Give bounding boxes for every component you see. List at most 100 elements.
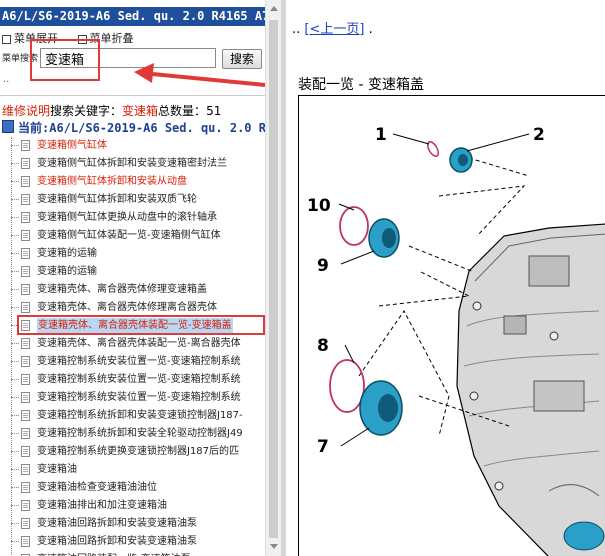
tree-item[interactable]: 变速箱油排出和加注变速箱油: [0, 497, 265, 515]
tree-item-label[interactable]: 变速箱控制系统拆卸和安装变速锁控制器J187-: [37, 408, 243, 424]
part-8-ring: [329, 359, 365, 413]
content-pane: .. [<上一页] . 装配一览 - 变速箱盖 1 2 10 9 8 7: [286, 0, 605, 556]
scroll-down-icon[interactable]: [270, 544, 278, 549]
tree-item[interactable]: 变速箱的运输: [0, 245, 265, 263]
tree-item[interactable]: 变速箱油回路装配一览-变速箱油泵: [0, 551, 265, 556]
tree-item[interactable]: 变速箱油回路拆卸和安装变速箱油泵: [0, 515, 265, 533]
tree-connector: [11, 505, 19, 506]
document-icon: [21, 392, 30, 403]
tree-item-label[interactable]: 变速箱油回路拆卸和安装变速箱油泵: [37, 534, 197, 550]
nav-prefix: ..: [292, 22, 301, 37]
tree-item[interactable]: 变速箱侧气缸体: [0, 137, 265, 155]
document-icon: [21, 356, 30, 367]
tree-connector: [11, 307, 19, 308]
tree-item-label[interactable]: 变速箱油: [37, 462, 77, 478]
tree-item[interactable]: 变速箱控制系统安装位置一览-变速箱控制系统: [0, 371, 265, 389]
tree-connector: [11, 541, 19, 542]
part-10-ring: [339, 206, 369, 246]
tree-item-label[interactable]: 变速箱侧气缸体拆卸和安装双质飞轮: [37, 192, 197, 208]
page-nav: .. [<上一页] .: [292, 22, 373, 38]
document-icon: [21, 482, 30, 493]
tree-connector: [11, 379, 19, 380]
summary-count-label: 总数量：: [158, 104, 207, 118]
current-node[interactable]: 当前:A6/L/S6-2019-A6 Sed. qu. 2.0 R4: [2, 120, 265, 136]
tree-item[interactable]: 变速箱控制系统拆卸和安装变速锁控制器J187-: [0, 407, 265, 425]
callout-1: 1: [375, 125, 387, 145]
assembly-figure: 1 2 10 9 8 7: [298, 95, 605, 556]
tree-item[interactable]: 变速箱侧气缸体装配一览-变速箱侧气缸体: [0, 227, 265, 245]
tree-item-label[interactable]: 变速箱的运输: [37, 264, 97, 280]
nav-suffix: .: [368, 22, 373, 37]
document-icon: [21, 446, 30, 457]
tree-item-label[interactable]: 变速箱控制系统更换变速锁控制器J187后的匹: [37, 444, 239, 460]
document-icon: [21, 248, 30, 259]
tree-connector: [11, 469, 19, 470]
tree-item[interactable]: 变速箱壳体、离合器壳体修理变速箱盖: [0, 281, 265, 299]
tree-item-label[interactable]: 变速箱侧气缸体装配一览-变速箱侧气缸体: [37, 228, 221, 244]
tree-item-label[interactable]: 变速箱油回路装配一览-变速箱油泵: [37, 552, 191, 556]
selection-highlight-box: [17, 315, 265, 335]
tree-item-label[interactable]: 变速箱壳体、离合器壳体装配一览-离合器壳体: [37, 336, 241, 352]
tree-item[interactable]: 变速箱油检查变速箱油油位: [0, 479, 265, 497]
part-1-ring: [426, 141, 440, 157]
tree-item-label[interactable]: 变速箱控制系统拆卸和安装全轮驱动控制器J49: [37, 426, 243, 442]
tree-item[interactable]: 变速箱控制系统更换变速锁控制器J187后的匹: [0, 443, 265, 461]
tree-item-label[interactable]: 变速箱控制系统安装位置一览-变速箱控制系统: [37, 372, 241, 388]
menu-pane: A6/L/S6-2019-A6 Sed. qu. 2.0 R4165 A7-DK…: [0, 0, 265, 556]
tree-item[interactable]: 变速箱控制系统安装位置一览-变速箱控制系统: [0, 353, 265, 371]
tree-item-label[interactable]: 变速箱侧气缸体: [37, 138, 107, 154]
current-label: 当前:A6/L/S6-2019-A6 Sed. qu. 2.0 R4: [18, 121, 265, 135]
document-icon: [21, 410, 30, 421]
scroll-thumb[interactable]: [269, 20, 278, 538]
tree-item-label[interactable]: 变速箱控制系统安装位置一览-变速箱控制系统: [37, 390, 241, 406]
tree-item[interactable]: 变速箱控制系统安装位置一览-变速箱控制系统: [0, 389, 265, 407]
tree-item[interactable]: 变速箱控制系统拆卸和安装全轮驱动控制器J49: [0, 425, 265, 443]
tree-item-label[interactable]: 变速箱侧气缸体更换从动盘中的滚针轴承: [37, 210, 217, 226]
tree-item-label[interactable]: 变速箱壳体、离合器壳体修理离合器壳体: [37, 300, 217, 316]
menu-scrollbar[interactable]: [265, 0, 281, 556]
callout-7: 7: [317, 437, 329, 457]
tree-item-label[interactable]: 变速箱油排出和加注变速箱油: [37, 498, 167, 514]
tree-connector: [11, 199, 19, 200]
summary-middle: 搜索关键字：: [50, 104, 123, 118]
expand-icon[interactable]: [2, 34, 11, 44]
tree-item[interactable]: 变速箱侧气缸体拆卸和安装变速箱密封法兰: [0, 155, 265, 173]
tree-item[interactable]: 变速箱油回路拆卸和安装变速箱油泵: [0, 533, 265, 551]
tree-item[interactable]: 变速箱壳体、离合器壳体装配一览-离合器壳体: [0, 335, 265, 353]
part-7-seal: [359, 380, 403, 436]
tree-item-label[interactable]: 变速箱控制系统安装位置一览-变速箱控制系统: [37, 354, 241, 370]
document-icon: [21, 500, 30, 511]
tree-item-label[interactable]: 变速箱油检查变速箱油油位: [37, 480, 157, 496]
prev-page-link[interactable]: [<上一页]: [304, 22, 364, 37]
exploded-view-diagram: 1 2 10 9 8 7: [307, 125, 605, 556]
tree-item[interactable]: 变速箱侧气缸体更换从动盘中的滚针轴承: [0, 209, 265, 227]
tree-item[interactable]: 变速箱的运输: [0, 263, 265, 281]
document-icon: [21, 464, 30, 475]
tree-connector: [11, 253, 19, 254]
tree-connector: [11, 397, 19, 398]
summary-prefix: 维修说明: [2, 104, 51, 118]
tree-item-label[interactable]: 变速箱的运输: [37, 246, 97, 262]
document-icon: [21, 194, 30, 205]
tree-item[interactable]: 变速箱侧气缸体拆卸和安装双质飞轮: [0, 191, 265, 209]
tree-item[interactable]: 变速箱油: [0, 461, 265, 479]
tree-item-label[interactable]: 变速箱油回路拆卸和安装变速箱油泵: [37, 516, 197, 532]
tree-item-label[interactable]: 变速箱侧气缸体拆卸和安装变速箱密封法兰: [37, 156, 227, 172]
tree-item-label[interactable]: 变速箱侧气缸体拆卸和安装从动盘: [37, 174, 187, 190]
tree-item-label[interactable]: 变速箱壳体、离合器壳体修理变速箱盖: [37, 282, 207, 298]
assembly-title: 装配一览 - 变速箱盖: [298, 77, 424, 93]
search-ellipsis: ..: [3, 74, 10, 85]
document-icon: [21, 284, 30, 295]
tree-connector: [11, 415, 19, 416]
document-icon: [21, 536, 30, 547]
annotation-arrow: [134, 63, 265, 87]
tree-item[interactable]: 变速箱侧气缸体拆卸和安装从动盘: [0, 173, 265, 191]
summary-count: 51: [206, 104, 222, 118]
tree-connector: [11, 289, 19, 290]
scroll-up-icon[interactable]: [270, 6, 278, 11]
callout-10: 10: [307, 196, 331, 216]
tree-connector: [11, 271, 19, 272]
tree-connector: [11, 361, 19, 362]
callout-9: 9: [317, 256, 329, 276]
tree-connector: [11, 235, 19, 236]
